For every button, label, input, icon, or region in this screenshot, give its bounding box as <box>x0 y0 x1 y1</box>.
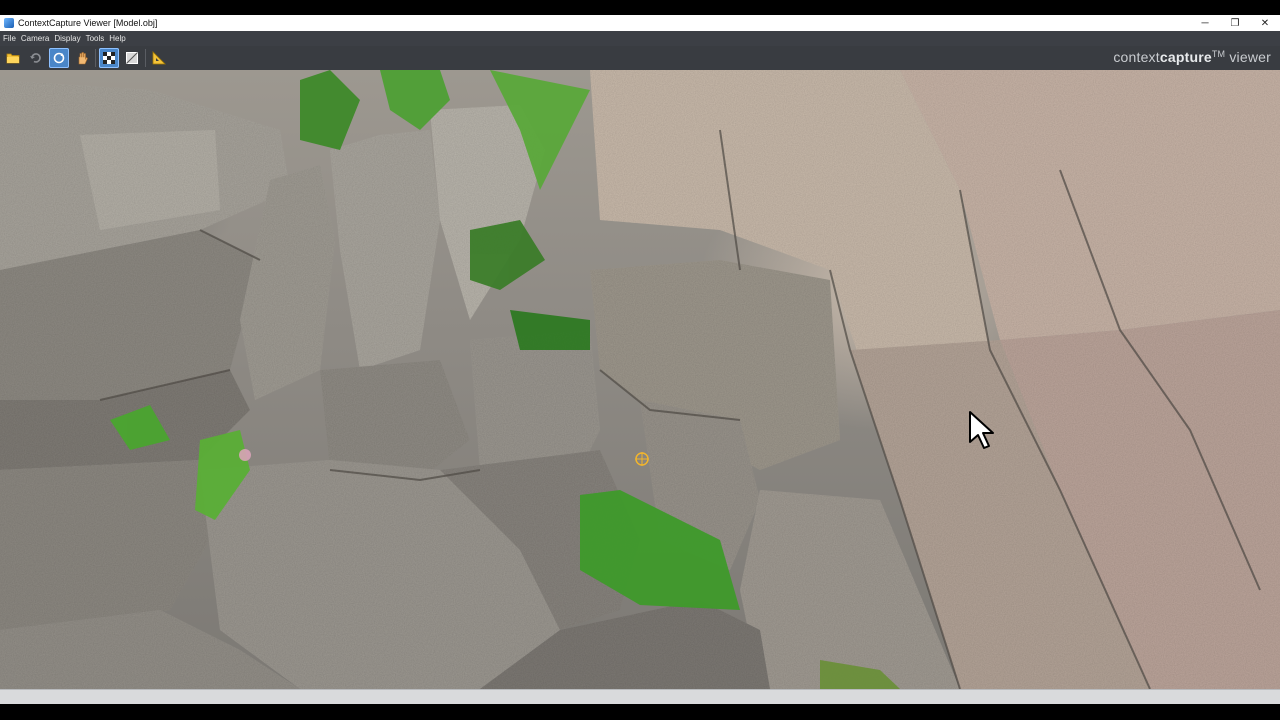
wireframe-mode-icon <box>126 52 138 64</box>
measure-button[interactable] <box>149 48 169 68</box>
textured-mode-icon <box>103 52 115 64</box>
pan-hand-icon <box>78 52 88 65</box>
brand-trademark: TM <box>1211 49 1226 59</box>
pan-button[interactable] <box>72 48 92 68</box>
toolbar-separator <box>95 49 96 67</box>
orbit-button[interactable] <box>49 48 69 68</box>
rock-column <box>330 130 440 370</box>
mouse-cursor-icon <box>969 411 994 449</box>
open-folder-icon <box>6 53 20 64</box>
product-brand: contextcaptureTM viewer <box>1113 49 1271 65</box>
orbit-pivot-icon <box>635 452 649 466</box>
menu-display[interactable]: Display <box>51 34 82 43</box>
flower <box>239 449 251 461</box>
window-controls: ─ ❐ ✕ <box>1190 15 1280 31</box>
rock-face-model <box>0 70 1280 689</box>
menu-tools[interactable]: Tools <box>83 34 107 43</box>
menu-file[interactable]: File <box>0 34 18 43</box>
maximize-button[interactable]: ❐ <box>1220 15 1250 31</box>
rock-block <box>0 460 210 630</box>
3d-viewport[interactable] <box>0 70 1280 689</box>
close-button[interactable]: ✕ <box>1250 15 1280 31</box>
wireframe-mode-button[interactable] <box>122 48 142 68</box>
brand-context: context <box>1113 49 1160 65</box>
brand-viewer: viewer <box>1225 49 1271 65</box>
undo-view-button[interactable] <box>26 48 46 68</box>
minimize-button[interactable]: ─ <box>1190 15 1220 31</box>
menu-camera[interactable]: Camera <box>18 34 51 43</box>
brand-capture: capture <box>1159 49 1212 65</box>
status-bar <box>0 689 1280 705</box>
window-titlebar[interactable]: ContextCapture Viewer [Model.obj] ─ ❐ ✕ <box>0 15 1280 31</box>
undo-view-icon <box>30 53 41 63</box>
toolbar-separator <box>145 49 146 67</box>
window-title: ContextCapture Viewer [Model.obj] <box>18 18 158 28</box>
measure-icon <box>152 51 166 65</box>
app-logo-icon <box>4 18 14 28</box>
menu-bar: File Camera Display Tools Help <box>0 31 1280 46</box>
open-button[interactable] <box>3 48 23 68</box>
toolbar: contextcaptureTM viewer <box>0 46 1280 70</box>
video-letterbox-bottom <box>0 704 1280 720</box>
orbit-icon <box>53 52 65 64</box>
textured-mode-button[interactable] <box>99 48 119 68</box>
menu-help[interactable]: Help <box>106 34 127 43</box>
video-letterbox-top <box>0 0 1280 15</box>
